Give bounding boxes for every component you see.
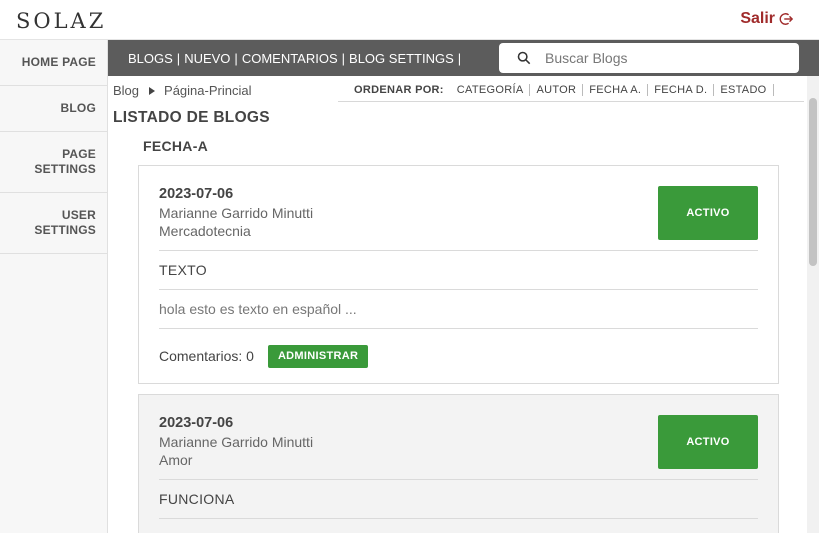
- blog-card-header: 2023-07-06 Marianne Garrido Minutti Merc…: [159, 166, 758, 251]
- blog-date: 2023-07-06: [159, 415, 234, 431]
- sort-option-fecha-d[interactable]: FECHA D.: [648, 84, 715, 96]
- sidebar-item-user-settings[interactable]: USER SETTINGS: [0, 193, 107, 254]
- sidebar-item-label: HOME PAGE: [21, 55, 96, 69]
- blog-excerpt: hola esto es texto en español ...: [159, 301, 357, 317]
- caret-right-icon: [149, 86, 156, 95]
- blog-author: Marianne Garrido Minutti: [159, 205, 314, 221]
- logout-button[interactable]: Salir: [740, 10, 793, 28]
- nav-links: BLOGS | NUEVO | COMENTARIOS | BLOG SETTI…: [128, 51, 465, 66]
- sort-option-estado[interactable]: ESTADO: [714, 84, 774, 96]
- logo[interactable]: SOLAZ: [16, 9, 106, 33]
- blog-title: FUNCIONA: [159, 491, 235, 507]
- sidebar-item-blog[interactable]: BLOG: [0, 86, 107, 132]
- blog-card: 2023-07-06 Marianne Garrido Minutti Amor…: [138, 394, 779, 533]
- search-icon: [517, 51, 531, 65]
- sidebar-item-label: USER SETTINGS: [34, 208, 96, 237]
- blog-category: Amor: [159, 452, 193, 468]
- sidebar-item-label: BLOG: [60, 101, 96, 115]
- breadcrumb: Blog Página-Princial: [113, 83, 251, 98]
- sort-option-categoria[interactable]: CATEGORÍA: [451, 84, 531, 96]
- sidebar-item-label: PAGE SETTINGS: [34, 147, 96, 176]
- blog-card: 2023-07-06 Marianne Garrido Minutti Merc…: [138, 165, 779, 384]
- nav-link-nuevo[interactable]: NUEVO: [184, 51, 230, 66]
- search-box[interactable]: [499, 43, 799, 73]
- sidebar: HOME PAGE BLOG PAGE SETTINGS USER SETTIN…: [0, 40, 108, 533]
- nav-link-blog-settings[interactable]: BLOG SETTINGS: [349, 51, 454, 66]
- scrollbar[interactable]: [807, 76, 819, 533]
- blog-date: 2023-07-06: [159, 186, 234, 202]
- search-input[interactable]: [545, 50, 785, 66]
- sidebar-item-page-settings[interactable]: PAGE SETTINGS: [0, 132, 107, 193]
- administrar-button[interactable]: ADMINISTRAR: [267, 344, 369, 368]
- sort-option-fecha-a[interactable]: FECHA A.: [583, 84, 649, 96]
- sort-label: ORDENAR POR:: [354, 84, 444, 96]
- logout-icon: [779, 13, 793, 25]
- blog-author: Marianne Garrido Minutti: [159, 434, 314, 450]
- nav-separator: |: [341, 51, 346, 66]
- logout-label: Salir: [740, 10, 775, 27]
- sort-option-autor[interactable]: AUTOR: [530, 84, 584, 96]
- group-title: FECHA-A: [143, 138, 209, 154]
- blog-title-row: FUNCIONA: [159, 480, 758, 519]
- blog-title: TEXTO: [159, 262, 207, 278]
- sidebar-item-home-page[interactable]: HOME PAGE: [0, 40, 107, 86]
- blog-excerpt-row: hola esto es texto en español ...: [159, 290, 758, 329]
- top-bar: SOLAZ Salir: [0, 0, 819, 40]
- breadcrumb-item-current: Página-Princial: [164, 83, 252, 98]
- blog-title-row: TEXTO: [159, 251, 758, 290]
- nav-separator: |: [457, 51, 462, 66]
- comments-count: Comentarios: 0: [159, 348, 254, 364]
- sort-bar: ORDENAR POR: CATEGORÍA AUTOR FECHA A. FE…: [338, 84, 804, 102]
- status-button[interactable]: ACTIVO: [658, 186, 758, 240]
- blog-category: Mercadotecnia: [159, 223, 251, 239]
- breadcrumb-item-blog[interactable]: Blog: [113, 83, 139, 98]
- blog-card-header: 2023-07-06 Marianne Garrido Minutti Amor…: [159, 395, 758, 480]
- nav-link-comentarios[interactable]: COMENTARIOS: [242, 51, 338, 66]
- page-title: LISTADO DE BLOGS: [113, 109, 270, 126]
- blog-card-footer: Comentarios: 0 ADMINISTRAR: [159, 329, 758, 383]
- status-button[interactable]: ACTIVO: [658, 415, 758, 469]
- nav-separator: |: [176, 51, 181, 66]
- nav-bar: BLOGS | NUEVO | COMENTARIOS | BLOG SETTI…: [108, 40, 819, 76]
- nav-link-blogs[interactable]: BLOGS: [128, 51, 173, 66]
- nav-separator: |: [234, 51, 238, 66]
- scrollbar-thumb[interactable]: [809, 98, 817, 266]
